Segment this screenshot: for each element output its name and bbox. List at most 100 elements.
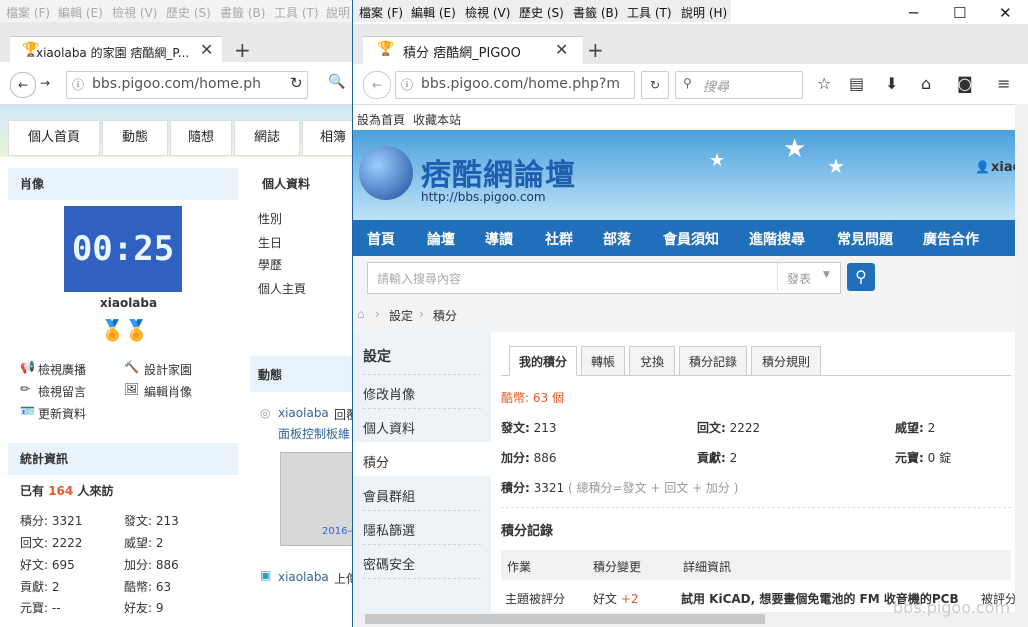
menu-tools[interactable]: 工具 (T) xyxy=(627,4,672,21)
star-decoration-icon: ★ xyxy=(827,154,845,178)
bg-update-profile[interactable]: 更新資料 xyxy=(38,405,86,422)
menu-file[interactable]: 檔案 (F) xyxy=(359,4,403,21)
menu-bookmarks[interactable]: 書籤 (B) xyxy=(573,4,618,21)
bg-username[interactable]: xiaolaba xyxy=(100,296,157,310)
nav-advertising[interactable]: 廣告合作 xyxy=(923,229,979,249)
search-icon: ⚲ xyxy=(683,76,692,90)
bg-nav-home[interactable]: 個人首頁 xyxy=(8,120,100,156)
bg-activity-link[interactable]: 面板控制板維 xyxy=(278,425,350,442)
info-icon[interactable]: ⓘ xyxy=(72,76,84,93)
nav-advanced-search[interactable]: 進階搜尋 xyxy=(749,229,805,249)
credit-contribution-value: 2 xyxy=(729,451,738,465)
site-logo-title[interactable]: 痞酷網論壇 xyxy=(421,150,576,194)
horizontal-scroll-thumb[interactable] xyxy=(365,614,765,624)
back-icon[interactable]: ← xyxy=(363,71,391,99)
home-icon[interactable]: ⌂ xyxy=(921,74,931,93)
nav-forum[interactable]: 論壇 xyxy=(427,229,455,249)
site-logo-url: http://bbs.pigoo.com xyxy=(421,190,546,204)
close-icon[interactable]: ✕ xyxy=(200,40,213,59)
bg-visitors-count: 164 xyxy=(48,484,74,498)
bg-view-messages[interactable]: 檢視留言 xyxy=(38,383,86,400)
credit-prestige: 威望: 2 xyxy=(895,419,935,436)
credit-posts: 發文: 213 xyxy=(501,419,557,436)
pencil-icon: ✏ xyxy=(20,382,31,396)
nav-faq[interactable]: 常見問題 xyxy=(837,229,893,249)
star-decoration-icon: ★ xyxy=(783,134,807,164)
breadcrumb-credits[interactable]: 積分 xyxy=(433,307,457,324)
bg-design-home[interactable]: 設計家園 xyxy=(144,361,192,378)
bg-menu-file[interactable]: 檔案 (F) xyxy=(6,4,50,21)
reload-icon[interactable]: ↻ xyxy=(290,74,303,92)
menu-help[interactable]: 說明 (H) xyxy=(681,4,727,21)
bg-activity-user[interactable]: xiaolaba xyxy=(278,406,329,420)
fg-menubar: 檔案 (F) 編輯 (E) 檢視 (V) 歷史 (S) 書籤 (B) 工具 (T… xyxy=(353,0,731,22)
tab-credit-rules[interactable]: 積分規則 xyxy=(751,346,821,376)
menu-view[interactable]: 檢視 (V) xyxy=(465,4,510,21)
forward-icon[interactable]: → xyxy=(40,76,50,90)
new-tab-icon[interactable]: + xyxy=(234,38,251,62)
sidebar-item-privacy[interactable]: 隱私篩選 xyxy=(363,520,415,539)
tab-credit-log[interactable]: 積分記錄 xyxy=(679,346,747,376)
bg-activity2-user[interactable]: xiaolaba xyxy=(278,570,329,584)
bg-menu-help[interactable]: 說明 xyxy=(326,4,350,21)
sidebar-item-credits[interactable]: 積分 xyxy=(363,452,389,471)
nav-community[interactable]: 社群 xyxy=(545,229,573,249)
sidebar-item-avatar[interactable]: 修改肖像 xyxy=(363,384,415,403)
bg-menu-bookmarks[interactable]: 書籤 (B) xyxy=(220,4,265,21)
bg-menu-edit[interactable]: 編輯 (E) xyxy=(58,4,103,21)
site-search-button[interactable]: ⚲ xyxy=(847,263,875,291)
credit-total-formula: ( 總積分=發文 + 回文 + 加分 ) xyxy=(568,481,739,495)
set-homepage-link[interactable]: 設為首頁 xyxy=(357,111,405,128)
bg-nav-album[interactable]: 相簿 xyxy=(302,120,352,156)
reader-list-icon[interactable]: ▤ xyxy=(849,74,864,93)
star-icon[interactable]: ☆ xyxy=(817,74,831,93)
row-change-value: +2 xyxy=(620,592,639,606)
bg-stat-bonus: 加分: 886 xyxy=(124,558,179,572)
reply-icon: ◎ xyxy=(260,406,271,420)
search-icon[interactable]: 🔍 xyxy=(328,74,345,90)
avatar[interactable]: 00:25 xyxy=(64,206,182,292)
bg-edit-avatar[interactable]: 編輯肖像 xyxy=(144,383,192,400)
nav-tribe[interactable]: 部落 xyxy=(603,229,631,249)
globe-logo-icon[interactable] xyxy=(359,146,413,200)
menu-edit[interactable]: 編輯 (E) xyxy=(411,4,456,21)
bg-nav-blog[interactable]: 網誌 xyxy=(234,120,300,156)
bg-view-broadcast[interactable]: 檢視廣播 xyxy=(38,361,86,378)
new-tab-icon[interactable]: + xyxy=(587,38,604,62)
nav-home[interactable]: 首頁 xyxy=(367,229,395,249)
info-icon[interactable]: ⓘ xyxy=(401,76,413,93)
row-change: 好文 +2 xyxy=(593,590,639,607)
bg-menu-tools[interactable]: 工具 (T) xyxy=(274,4,319,21)
sidebar-item-password[interactable]: 密碼安全 xyxy=(363,554,415,573)
nav-member-rules[interactable]: 會員須知 xyxy=(663,229,719,249)
col-action: 作業 xyxy=(507,560,532,574)
pocket-icon[interactable]: ◙ xyxy=(957,74,973,93)
maximize-icon[interactable]: ☐ xyxy=(953,4,966,22)
nav-guide[interactable]: 導讀 xyxy=(485,229,513,249)
background-browser-window: 檔案 (F) 編輯 (E) 檢視 (V) 歷史 (S) 書籤 (B) 工具 (T… xyxy=(0,0,352,627)
tab-transfer[interactable]: 轉帳 xyxy=(581,346,625,376)
bg-menu-history[interactable]: 歷史 (S) xyxy=(166,4,211,21)
minimize-icon[interactable]: ─ xyxy=(909,4,918,22)
menu-history[interactable]: 歷史 (S) xyxy=(519,4,564,21)
sidebar-item-groups[interactable]: 會員群組 xyxy=(363,486,415,505)
sidebar-divider xyxy=(363,578,481,579)
bg-nav-activity[interactable]: 動態 xyxy=(102,120,168,156)
vertical-scrollbar[interactable] xyxy=(1015,104,1028,612)
reload-icon[interactable]: ↻ xyxy=(641,71,669,99)
breadcrumb-settings[interactable]: 設定 xyxy=(389,307,413,324)
sidebar-item-profile[interactable]: 個人資料 xyxy=(363,418,415,437)
back-icon[interactable]: ← xyxy=(10,72,36,98)
browser-search-input[interactable] xyxy=(675,71,803,99)
tab-my-credits[interactable]: 我的積分 xyxy=(509,346,577,376)
close-window-icon[interactable]: ✕ xyxy=(999,4,1012,22)
download-icon[interactable]: ⬇ xyxy=(885,74,898,93)
tab-exchange[interactable]: 兌換 xyxy=(629,346,675,376)
hamburger-menu-icon[interactable]: ≡ xyxy=(997,74,1010,93)
bg-stat-ingot: 元寶: -- xyxy=(20,601,61,615)
close-icon[interactable]: ✕ xyxy=(555,40,568,59)
bg-nav-thoughts[interactable]: 隨想 xyxy=(170,120,232,156)
bookmark-site-link[interactable]: 收藏本站 xyxy=(413,111,461,128)
bg-menu-view[interactable]: 檢視 (V) xyxy=(112,4,157,21)
home-icon[interactable]: ⌂ xyxy=(357,307,365,321)
